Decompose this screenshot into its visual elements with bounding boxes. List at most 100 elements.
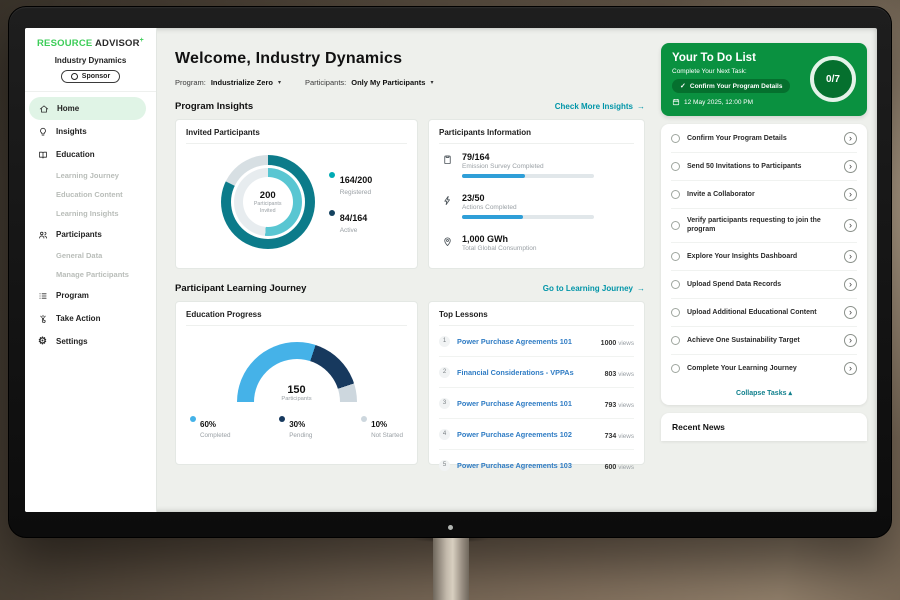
filter-value: Only My Participants [351, 78, 425, 87]
recent-news-card: Recent News [661, 413, 867, 441]
check-more-insights-link[interactable]: Check More Insights → [555, 102, 645, 111]
education-gauge-chart: 150 Participants [237, 342, 357, 402]
sidebar: RESOURCE ADVISOR+ Industry Dynamics Spon… [25, 28, 157, 512]
task-row[interactable]: Upload Additional Educational Content › [671, 299, 857, 327]
lesson-link[interactable]: Power Purchase Agreements 103 [457, 461, 598, 470]
task-checkbox[interactable] [671, 190, 680, 199]
task-checkbox[interactable] [671, 134, 680, 143]
legend-dot [329, 172, 335, 178]
filter-value: Industrialize Zero [211, 78, 273, 87]
chevron-right-icon[interactable]: › [844, 132, 857, 145]
chevron-up-icon: ▴ [788, 390, 792, 397]
chevron-right-icon[interactable]: › [844, 306, 857, 319]
collapse-tasks-link[interactable]: Collapse Tasks ▴ [671, 382, 857, 405]
page-title: Welcome, Industry Dynamics [175, 50, 645, 68]
sidebar-item-insights[interactable]: Insights [25, 120, 156, 143]
chevron-right-icon[interactable]: › [844, 362, 857, 375]
home-icon [38, 103, 49, 114]
task-row[interactable]: Upload Spend Data Records › [671, 271, 857, 299]
legend-dot [361, 416, 367, 422]
sidebar-item-label: Education [56, 150, 95, 159]
task-label: Complete Your Learning Journey [687, 364, 837, 373]
top-lessons-card: Top Lessons 1 Power Purchase Agreements … [428, 301, 645, 465]
task-row[interactable]: Verify participants requesting to join t… [671, 209, 857, 243]
task-checkbox[interactable] [671, 221, 680, 230]
task-label: Send 50 Invitations to Participants [687, 162, 837, 171]
task-row[interactable]: Complete Your Learning Journey › [671, 355, 857, 382]
sidebar-item-participants[interactable]: Participants [25, 223, 156, 246]
todo-panel: Your To Do List Complete Your Next Task:… [657, 28, 877, 512]
chevron-right-icon[interactable]: › [844, 188, 857, 201]
task-checkbox[interactable] [671, 280, 680, 289]
go-to-learning-journey-link[interactable]: Go to Learning Journey → [543, 284, 645, 293]
lesson-link[interactable]: Financial Considerations - VPPAs [457, 368, 598, 377]
lesson-link[interactable]: Power Purchase Agreements 101 [457, 399, 598, 408]
views-count: 600 [605, 464, 617, 471]
views-count: 793 [605, 402, 617, 409]
chevron-right-icon[interactable]: › [844, 334, 857, 347]
task-row[interactable]: Achieve One Sustainability Target › [671, 327, 857, 355]
stat-label: Actions Completed [462, 204, 594, 211]
legend-label: Active [340, 227, 368, 234]
tap-icon [37, 313, 48, 324]
org-name: Industry Dynamics [25, 56, 156, 65]
todo-progress-value: 0/7 [826, 74, 840, 85]
sidebar-item-home[interactable]: Home [29, 97, 146, 120]
stat-label: Emission Survey Completed [462, 163, 594, 170]
sponsor-badge[interactable]: Sponsor [61, 70, 120, 83]
next-task-pill[interactable]: ✓ Confirm Your Program Details [672, 79, 790, 93]
invited-legend: 164/200 Registered 84/164 Active [329, 170, 373, 234]
stat-value: 23/50 [462, 193, 594, 203]
task-row[interactable]: Send 50 Invitations to Participants › [671, 153, 857, 181]
legend-label: Completed [200, 432, 230, 439]
lesson-row: 3 Power Purchase Agreements 101 793views [439, 388, 634, 419]
sidebar-item-education-content[interactable]: Education Content [25, 185, 156, 204]
filter-label: Participants: [305, 78, 346, 87]
program-filter-dropdown[interactable]: Program: Industrialize Zero ▾ [175, 78, 281, 87]
lesson-rank: 5 [439, 460, 450, 471]
task-checkbox[interactable] [671, 252, 680, 261]
task-checkbox[interactable] [671, 162, 680, 171]
sidebar-item-education[interactable]: Education [25, 143, 156, 166]
due-date-text: 12 May 2025, 12:00 PM [684, 99, 753, 106]
sidebar-item-take-action[interactable]: Take Action [25, 307, 156, 330]
task-label: Upload Spend Data Records [687, 280, 837, 289]
lesson-row: 4 Power Purchase Agreements 102 734views [439, 419, 634, 450]
task-checkbox[interactable] [671, 308, 680, 317]
task-row[interactable]: Confirm Your Program Details › [671, 125, 857, 153]
sidebar-item-learning-journey[interactable]: Learning Journey [25, 166, 156, 185]
legend-dot [190, 416, 196, 422]
app-logo: RESOURCE ADVISOR+ [25, 37, 156, 56]
task-label: Invite a Collaborator [687, 190, 837, 199]
task-row[interactable]: Invite a Collaborator › [671, 181, 857, 209]
gauge-center-value: 150 [237, 384, 357, 396]
task-checkbox[interactable] [671, 364, 680, 373]
chevron-right-icon[interactable]: › [844, 219, 857, 232]
task-checkbox[interactable] [671, 336, 680, 345]
participants-filter-dropdown[interactable]: Participants: Only My Participants ▾ [305, 78, 433, 87]
location-pin-icon [441, 234, 453, 252]
chevron-right-icon[interactable]: › [844, 278, 857, 291]
power-led [448, 525, 453, 530]
lesson-link[interactable]: Power Purchase Agreements 102 [457, 430, 598, 439]
chevron-right-icon[interactable]: › [844, 250, 857, 263]
views-suffix: views [618, 433, 634, 440]
monitor-bezel: RESOURCE ADVISOR+ Industry Dynamics Spon… [8, 6, 892, 538]
chevron-right-icon[interactable]: › [844, 160, 857, 173]
education-legend: 60% Completed 30% Pending 10% Not Starte… [190, 414, 403, 439]
org-block: Industry Dynamics Sponsor [25, 56, 156, 92]
sidebar-item-settings[interactable]: ⚙ Settings [25, 330, 156, 353]
sidebar-item-program[interactable]: Program [25, 284, 156, 307]
lesson-link[interactable]: Power Purchase Agreements 101 [457, 337, 594, 346]
participants-information-card: Participants Information 79/164 Emission… [428, 119, 645, 269]
sidebar-item-general-data[interactable]: General Data [25, 246, 156, 265]
next-task-label: Confirm Your Program Details [690, 83, 783, 90]
views-suffix: views [618, 464, 634, 471]
donut-center-value: 200 [260, 190, 276, 201]
task-row[interactable]: Explore Your Insights Dashboard › [671, 243, 857, 271]
sidebar-item-learning-insights[interactable]: Learning Insights [25, 204, 156, 223]
lesson-rank: 4 [439, 429, 450, 440]
sidebar-item-manage-participants[interactable]: Manage Participants [25, 265, 156, 284]
stat-actions-completed: 23/50 Actions Completed [439, 185, 634, 226]
legend-dot [329, 210, 335, 216]
